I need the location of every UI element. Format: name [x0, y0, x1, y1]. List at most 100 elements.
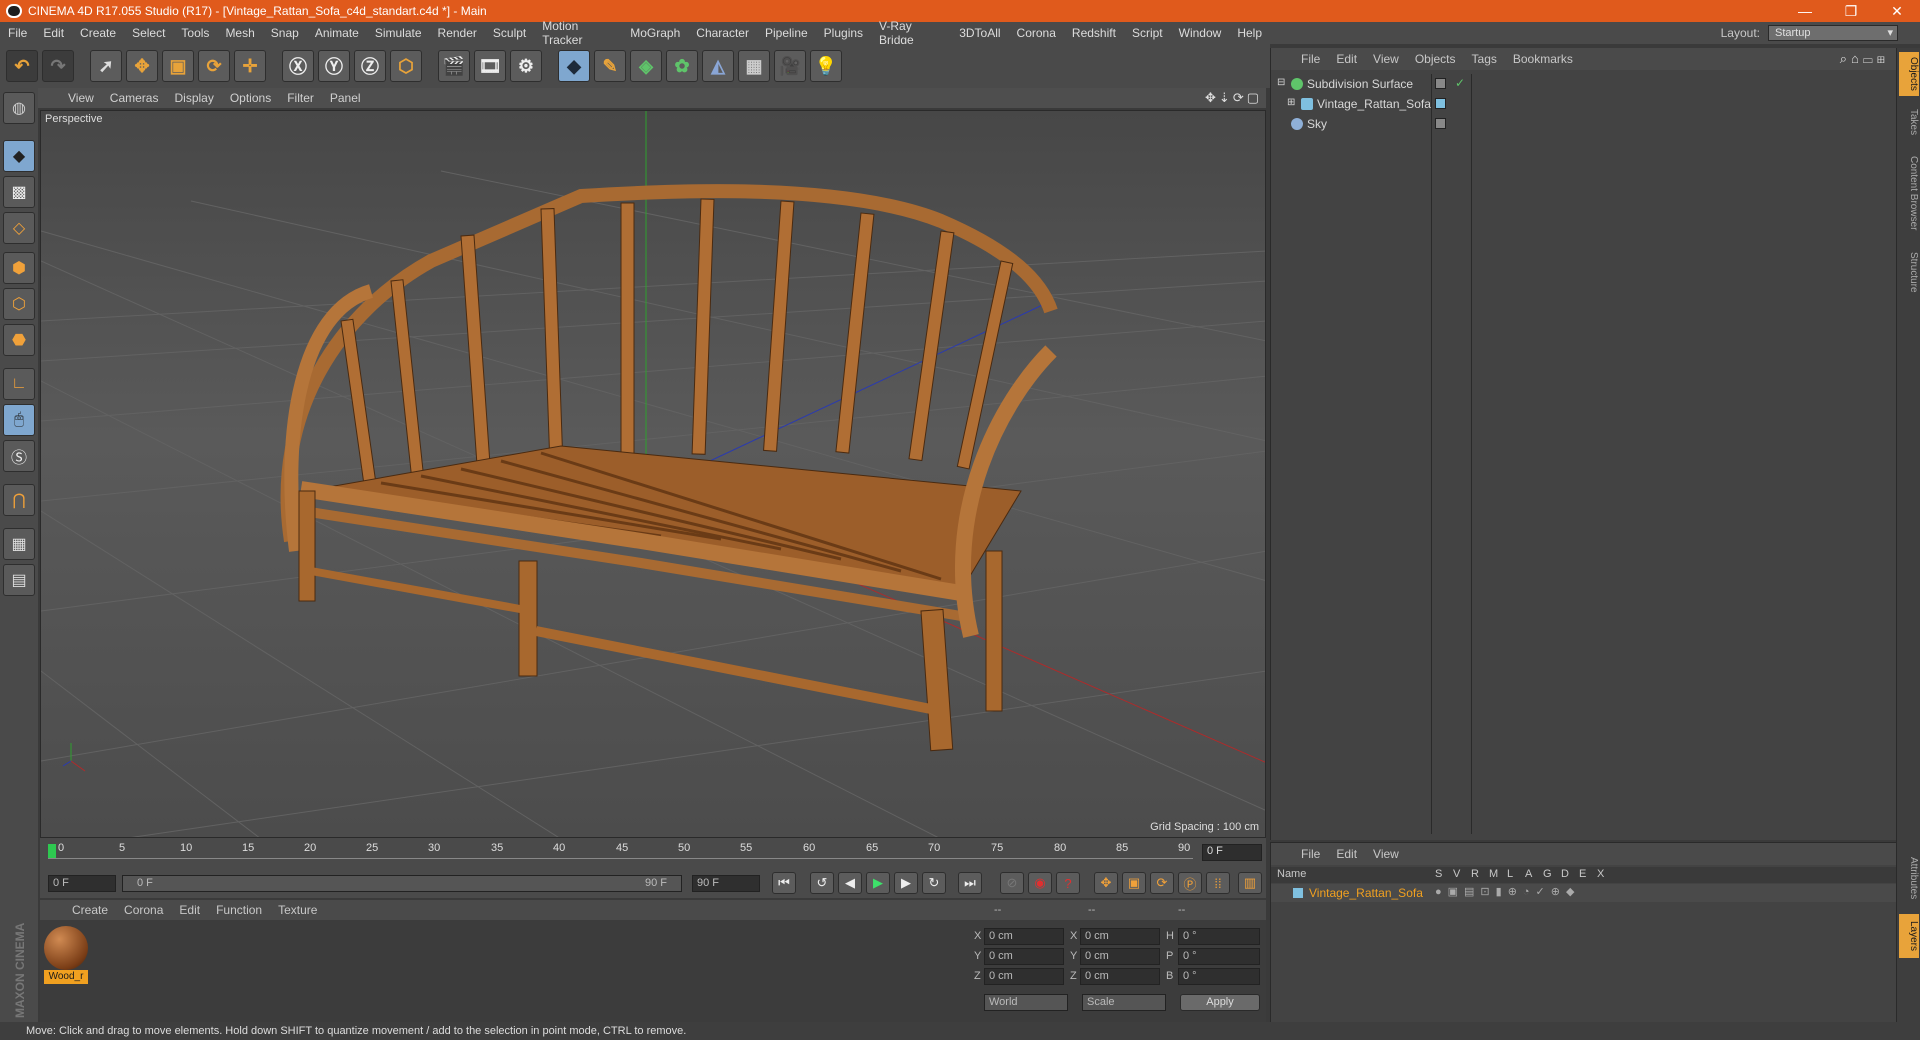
material-swatch[interactable]: Wood_r	[44, 926, 88, 984]
obj-menu-bookmarks[interactable]: Bookmarks	[1505, 52, 1581, 66]
layout-select[interactable]: Startup	[1768, 25, 1898, 41]
material-menu-corona[interactable]: Corona	[116, 903, 171, 917]
workplane-lock-icon[interactable]: ▦	[3, 528, 35, 560]
menu-help[interactable]: Help	[1229, 26, 1270, 40]
tweak-mode-icon[interactable]: 🖱	[3, 404, 35, 436]
layer-row[interactable]: Vintage_Rattan_Sofa ●▣▤⊡▮⊕◔✓⊕◆	[1271, 884, 1897, 902]
maximize-button[interactable]: ❐	[1828, 3, 1874, 20]
timeline-ticks[interactable]: 0 5 10 15 20 25 30 35 40 45 50 55 60 65 …	[48, 842, 1193, 864]
menu-plugins[interactable]: Plugins	[816, 26, 871, 40]
rotation-b-field[interactable]: 0 °	[1178, 968, 1260, 985]
perspective-viewport[interactable]: Perspective Grid Spacing : 100 cm	[40, 110, 1266, 838]
current-frame-field[interactable]: 0 F	[1202, 844, 1262, 861]
close-button[interactable]: ✕	[1874, 3, 1920, 20]
layer-color-swatch[interactable]	[1293, 888, 1303, 898]
menu-script[interactable]: Script	[1124, 26, 1171, 40]
obj-menu-edit[interactable]: Edit	[1328, 52, 1365, 66]
layer-menu-file[interactable]: File	[1293, 847, 1328, 861]
viewport-menu-view[interactable]: View	[60, 91, 102, 105]
viewport-navigation-icons[interactable]: ✥⇣⟳▢	[1205, 90, 1262, 106]
obj-menu-file[interactable]: File	[1293, 52, 1328, 66]
texture-mode-icon[interactable]: ▩	[3, 176, 35, 208]
previous-frame-icon[interactable]: ◀	[838, 872, 862, 894]
coord-space-select[interactable]: World	[984, 994, 1068, 1011]
play-icon[interactable]: ▶	[866, 872, 890, 894]
timeline-ruler[interactable]: 0 5 10 15 20 25 30 35 40 45 50 55 60 65 …	[40, 838, 1266, 868]
position-z-field[interactable]: 0 cm	[984, 968, 1064, 985]
apply-button[interactable]: Apply	[1180, 994, 1260, 1011]
axis-mode-icon[interactable]: ∟	[3, 368, 35, 400]
end-frame-field[interactable]: 90 F	[692, 875, 760, 892]
object-row[interactable]: ⊟ Subdivision Surface ✓	[1271, 74, 1897, 94]
size-y-field[interactable]: 0 cm	[1080, 948, 1160, 965]
menu-character[interactable]: Character	[688, 26, 757, 40]
menu-sculpt[interactable]: Sculpt	[485, 26, 534, 40]
start-frame-field[interactable]: 0 F	[48, 875, 116, 892]
viewport-menu-filter[interactable]: Filter	[279, 91, 322, 105]
position-y-field[interactable]: 0 cm	[984, 948, 1064, 965]
menu-mesh[interactable]: Mesh	[217, 26, 262, 40]
move-tool-icon[interactable]: ✥	[126, 50, 158, 82]
expand-icon[interactable]: ⊞	[1287, 97, 1295, 108]
render-view-icon[interactable]: 🎬	[438, 50, 470, 82]
render-settings-icon[interactable]: ⚙	[510, 50, 542, 82]
collapse-icon[interactable]: ⊟	[1277, 77, 1285, 88]
menu-animate[interactable]: Animate	[307, 26, 367, 40]
menu-file[interactable]: File	[0, 26, 35, 40]
menu-edit[interactable]: Edit	[35, 26, 72, 40]
spline-pen-icon[interactable]: ✎	[594, 50, 626, 82]
subdivision-generator-icon[interactable]: ◈	[630, 50, 662, 82]
x-axis-lock-icon[interactable]: Ⓧ	[282, 50, 314, 82]
layer-color-tag[interactable]	[1435, 98, 1446, 109]
size-z-field[interactable]: 0 cm	[1080, 968, 1160, 985]
visibility-toggle[interactable]	[1435, 118, 1446, 129]
deformer-icon[interactable]: ◭	[702, 50, 734, 82]
menu-render[interactable]: Render	[430, 26, 485, 40]
mograph-cloner-icon[interactable]: ✿	[666, 50, 698, 82]
planar-workplane-icon[interactable]: ▤	[3, 564, 35, 596]
rotate-tool-icon[interactable]: ⟳	[198, 50, 230, 82]
key-scale-icon[interactable]: ▣	[1122, 872, 1146, 894]
menu-tools[interactable]: Tools	[173, 26, 217, 40]
make-editable-icon[interactable]: ◍	[3, 92, 35, 124]
redo-icon[interactable]: ↷	[42, 50, 74, 82]
viewport-menu-display[interactable]: Display	[166, 91, 221, 105]
model-mode-icon[interactable]: ◆	[3, 140, 35, 172]
tab-content-browser[interactable]: Content Browser	[1899, 148, 1919, 238]
key-parameter-icon[interactable]: Ⓟ	[1178, 872, 1202, 894]
rotation-p-field[interactable]: 0 °	[1178, 948, 1260, 965]
points-mode-icon[interactable]: ⬢	[3, 252, 35, 284]
autokey-icon[interactable]: ◉	[1028, 872, 1052, 894]
select-cursor-icon[interactable]: ➚	[90, 50, 122, 82]
menu-corona[interactable]: Corona	[1009, 26, 1064, 40]
layer-menu-edit[interactable]: Edit	[1328, 847, 1365, 861]
minimize-button[interactable]: —	[1782, 3, 1828, 19]
layer-name[interactable]: Vintage_Rattan_Sofa	[1309, 886, 1423, 900]
menu-vray-bridge[interactable]: V-Ray Bridge	[871, 19, 951, 47]
material-menu-function[interactable]: Function	[208, 903, 270, 917]
camera-icon[interactable]: 🎥	[774, 50, 806, 82]
tab-attributes[interactable]: Attributes	[1899, 848, 1919, 908]
coord-mode-select[interactable]: Scale	[1082, 994, 1166, 1011]
menu-pipeline[interactable]: Pipeline	[757, 26, 816, 40]
obj-menu-tags[interactable]: Tags	[1464, 52, 1505, 66]
menu-simulate[interactable]: Simulate	[367, 26, 430, 40]
go-to-end-icon[interactable]: ⏭	[958, 872, 982, 894]
y-axis-lock-icon[interactable]: Ⓨ	[318, 50, 350, 82]
key-rotation-icon[interactable]: ⟳	[1150, 872, 1174, 894]
cube-primitive-icon[interactable]: ◆	[558, 50, 590, 82]
key-pla-icon[interactable]: ⁞⁞	[1206, 872, 1230, 894]
menu-select[interactable]: Select	[124, 26, 173, 40]
layer-menu-view[interactable]: View	[1365, 847, 1407, 861]
polygons-mode-icon[interactable]: ⬣	[3, 324, 35, 356]
range-slider[interactable]: 0 F 90 F	[122, 875, 682, 892]
object-manager-tool-icons[interactable]: ⌕⌂▭⊞	[1840, 51, 1889, 67]
visibility-toggle[interactable]	[1435, 78, 1446, 89]
coordinate-system-icon[interactable]: ⬡	[390, 50, 422, 82]
viewport-menu-panel[interactable]: Panel	[322, 91, 369, 105]
obj-menu-objects[interactable]: Objects	[1407, 52, 1464, 66]
keyframe-selection-icon[interactable]: ?	[1056, 872, 1080, 894]
enabled-check-icon[interactable]: ✓	[1455, 76, 1465, 90]
playhead-marker[interactable]	[48, 844, 56, 858]
rotation-h-field[interactable]: 0 °	[1178, 928, 1260, 945]
